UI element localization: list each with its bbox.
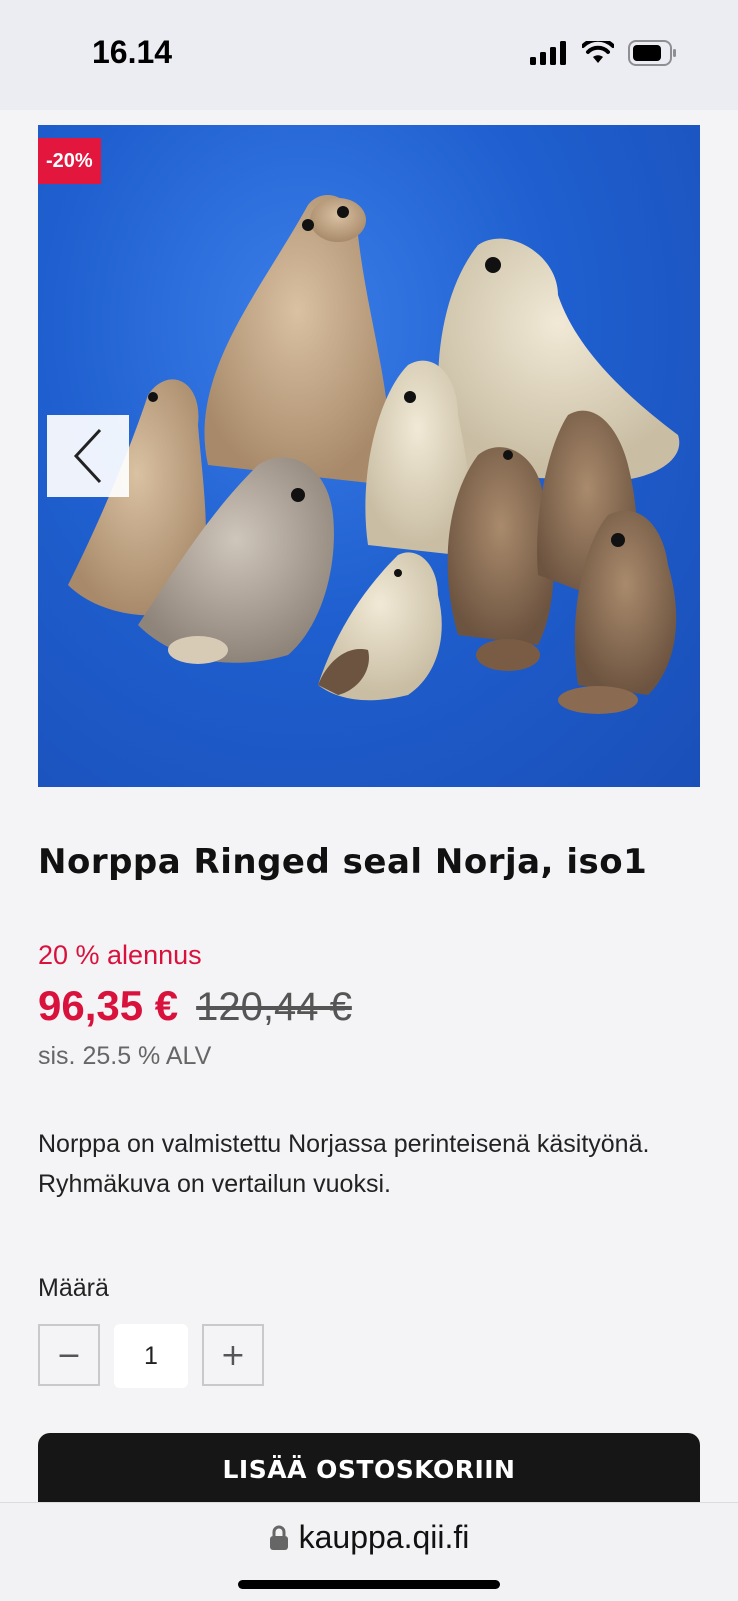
quantity-label: Määrä: [38, 1274, 109, 1302]
url-display[interactable]: kauppa.qii.fi: [0, 1519, 738, 1556]
seal-plush-photo: [68, 195, 680, 714]
product-description: Norppa on valmistettu Norjassa perinteis…: [38, 1130, 650, 1198]
battery-icon: [628, 40, 676, 66]
increase-quantity-button[interactable]: +: [202, 1324, 264, 1386]
browser-address-bar[interactable]: kauppa.qii.fi: [0, 1502, 738, 1601]
vat-text: sis. 25.5 % ALV: [38, 1042, 212, 1070]
status-time: 16.14: [92, 34, 173, 70]
url-text: kauppa.qii.fi: [298, 1519, 470, 1555]
chevron-left-icon: [73, 428, 102, 484]
original-price: 120,44 €: [196, 985, 352, 1029]
lock-icon: [269, 1525, 288, 1550]
decrease-quantity-button[interactable]: −: [38, 1324, 100, 1386]
quantity-stepper: − +: [38, 1324, 264, 1388]
cellular-signal-icon: [530, 41, 566, 65]
home-indicator: [238, 1580, 500, 1589]
product-title: Norppa Ringed seal Norja, iso1: [38, 842, 648, 882]
wifi-icon: [582, 41, 614, 63]
discount-badge: -20%: [38, 138, 101, 184]
sale-price: 96,35 €: [38, 982, 179, 1029]
status-bar: 16.14: [0, 0, 738, 110]
price-row: 96,35 € 120,44 €: [38, 982, 352, 1030]
status-icons: [530, 40, 678, 66]
product-image[interactable]: [38, 125, 700, 787]
quantity-input[interactable]: [114, 1324, 188, 1388]
previous-image-button[interactable]: [47, 415, 129, 497]
discount-text: 20 % alennus: [38, 940, 202, 970]
